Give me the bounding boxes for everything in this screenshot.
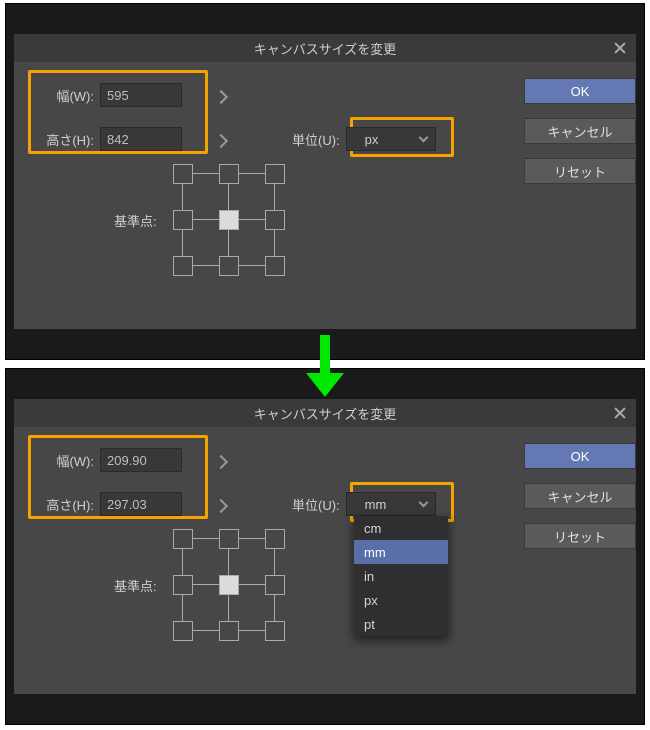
height-input[interactable] — [100, 127, 182, 151]
transition-arrow-icon — [302, 335, 348, 399]
anchor-grid — [173, 164, 285, 276]
unit-option-in[interactable]: in — [354, 564, 448, 588]
anchor-tl[interactable] — [173, 529, 193, 549]
anchor-tr[interactable] — [265, 164, 285, 184]
chevron-down-icon — [418, 133, 428, 143]
chevron-down-icon — [418, 498, 428, 508]
after-panel: キャンバスサイズを変更 幅(W): 高さ(H): 単位(U): — [5, 368, 645, 725]
anchor-bl[interactable] — [173, 256, 193, 276]
unit-dropdown: cm mm in px pt — [354, 516, 448, 636]
anchor-mr[interactable] — [265, 210, 285, 230]
anchor-bc[interactable] — [219, 621, 239, 641]
dialog-titlebar: キャンバスサイズを変更 — [14, 399, 636, 427]
ok-button[interactable]: OK — [524, 78, 636, 104]
reset-button[interactable]: リセット — [524, 158, 636, 184]
width-label: 幅(W): — [42, 451, 100, 470]
anchor-mc[interactable] — [219, 575, 239, 595]
dialog-title: キャンバスサイズを変更 — [254, 404, 397, 423]
close-button[interactable] — [612, 40, 628, 56]
width-input[interactable] — [100, 448, 182, 472]
anchor-bl[interactable] — [173, 621, 193, 641]
height-label: 高さ(H): — [42, 130, 100, 149]
anchor-ml[interactable] — [173, 210, 193, 230]
anchor-bc[interactable] — [219, 256, 239, 276]
unit-option-mm[interactable]: mm — [354, 540, 448, 564]
expand-height-button[interactable] — [216, 136, 226, 146]
unit-option-cm[interactable]: cm — [354, 516, 448, 540]
unit-select[interactable]: mm — [346, 492, 436, 516]
unit-option-pt[interactable]: pt — [354, 612, 448, 636]
ok-button[interactable]: OK — [524, 443, 636, 469]
anchor-tc[interactable] — [219, 529, 239, 549]
unit-value: px — [365, 132, 379, 147]
anchor-br[interactable] — [265, 256, 285, 276]
height-input[interactable] — [100, 492, 182, 516]
canvas-size-dialog: キャンバスサイズを変更 幅(W): 高さ(H): 単位(U): — [14, 399, 636, 694]
dialog-title: キャンバスサイズを変更 — [254, 39, 397, 58]
canvas-size-dialog: キャンバスサイズを変更 幅(W): 高さ(H): 単位(U): — [14, 34, 636, 329]
before-panel: キャンバスサイズを変更 幅(W): 高さ(H): 単位(U): — [5, 3, 645, 360]
anchor-mc[interactable] — [219, 210, 239, 230]
anchor-mr[interactable] — [265, 575, 285, 595]
anchor-tr[interactable] — [265, 529, 285, 549]
cancel-button[interactable]: キャンセル — [524, 118, 636, 144]
expand-width-button[interactable] — [216, 457, 226, 467]
anchor-br[interactable] — [265, 621, 285, 641]
width-label: 幅(W): — [42, 86, 100, 105]
reset-button[interactable]: リセット — [524, 523, 636, 549]
anchor-grid — [173, 529, 285, 641]
height-label: 高さ(H): — [42, 495, 100, 514]
unit-label: 単位(U): — [292, 130, 340, 149]
unit-select[interactable]: px — [346, 127, 436, 151]
expand-height-button[interactable] — [216, 501, 226, 511]
dialog-titlebar: キャンバスサイズを変更 — [14, 34, 636, 62]
anchor-label: 基準点: — [114, 211, 157, 230]
anchor-label: 基準点: — [114, 576, 157, 595]
anchor-tc[interactable] — [219, 164, 239, 184]
width-input[interactable] — [100, 83, 182, 107]
unit-value: mm — [365, 497, 387, 512]
unit-label: 単位(U): — [292, 495, 340, 514]
expand-width-button[interactable] — [216, 92, 226, 102]
anchor-ml[interactable] — [173, 575, 193, 595]
close-button[interactable] — [612, 405, 628, 421]
cancel-button[interactable]: キャンセル — [524, 483, 636, 509]
anchor-tl[interactable] — [173, 164, 193, 184]
unit-option-px[interactable]: px — [354, 588, 448, 612]
